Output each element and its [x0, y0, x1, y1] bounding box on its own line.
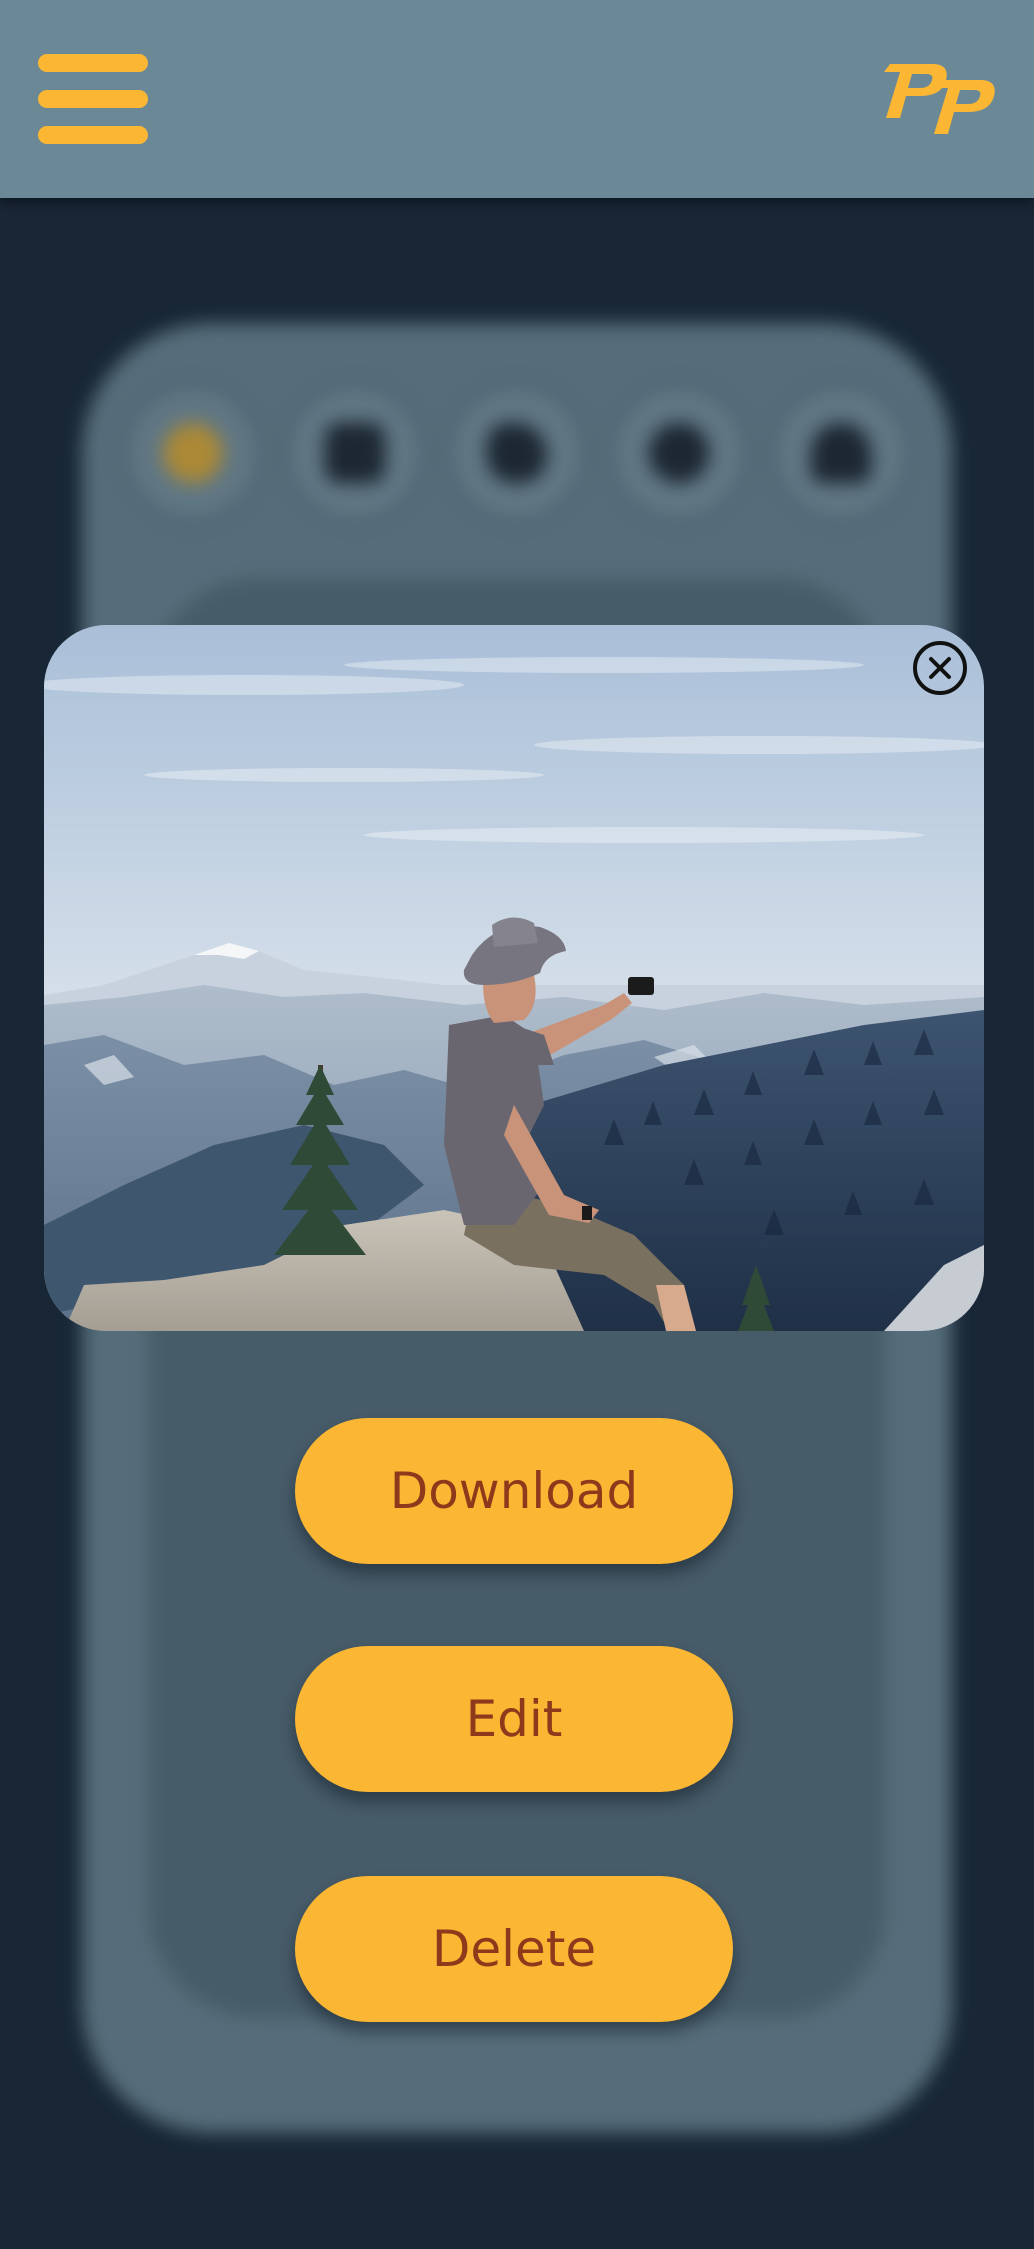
- hamburger-menu-icon[interactable]: [38, 54, 148, 144]
- photo-preview: [44, 625, 984, 1331]
- menu-bar: [38, 126, 148, 144]
- close-icon[interactable]: [913, 641, 967, 695]
- edit-button[interactable]: Edit: [295, 1646, 733, 1792]
- download-button[interactable]: Download: [295, 1418, 733, 1564]
- app-header: [0, 0, 1034, 198]
- pp-logo-icon[interactable]: [876, 58, 1000, 138]
- menu-bar: [38, 90, 148, 108]
- delete-button[interactable]: Delete: [295, 1876, 733, 2022]
- menu-bar: [38, 54, 148, 72]
